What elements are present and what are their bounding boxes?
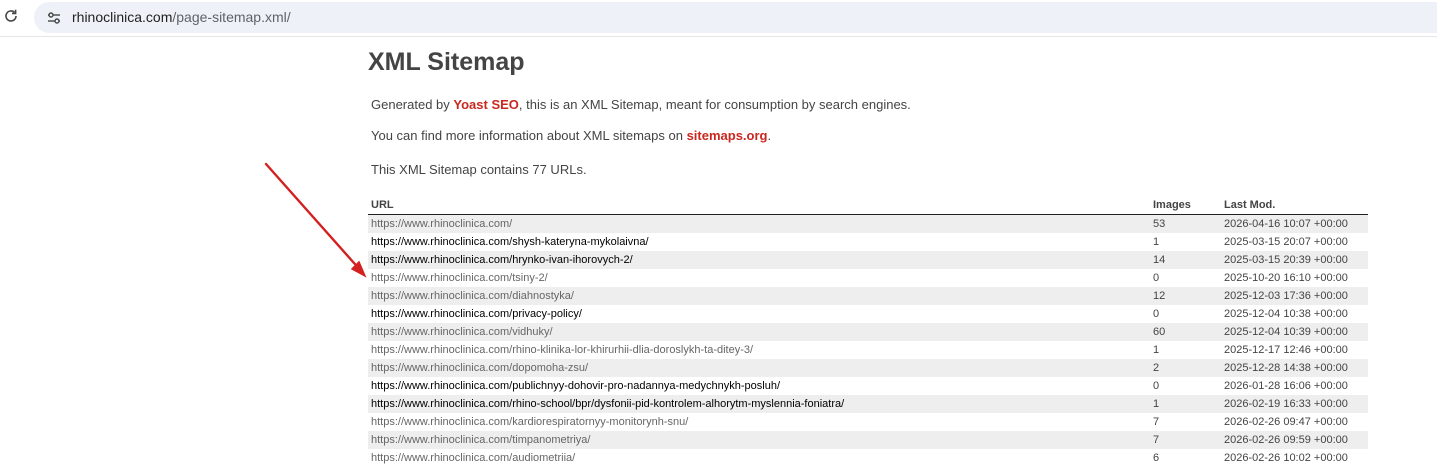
table-row: https://www.rhinoclinica.com/vidhuky/60 2… bbox=[368, 323, 1368, 341]
images-cell: 53 bbox=[1150, 214, 1221, 233]
last-mod-cell: 2025-12-04 10:38 +00:00 bbox=[1224, 308, 1348, 320]
yoast-seo-link[interactable]: Yoast SEO bbox=[453, 97, 519, 112]
url-cell: https://www.rhinoclinica.com/privacy-pol… bbox=[368, 305, 1150, 323]
table-row: https://www.rhinoclinica.com/publichnyy-… bbox=[368, 377, 1368, 395]
table-row: https://www.rhinoclinica.com/53 2026-04-1… bbox=[368, 214, 1368, 233]
reload-icon[interactable] bbox=[2, 7, 20, 25]
table-row: https://www.rhinoclinica.com/hrynko-ivan… bbox=[368, 251, 1368, 269]
url-link[interactable]: https://www.rhinoclinica.com/privacy-pol… bbox=[371, 308, 582, 320]
url-cell: https://www.rhinoclinica.com/diahnostyka… bbox=[368, 287, 1150, 305]
table-row: https://www.rhinoclinica.com/diahnostyka… bbox=[368, 287, 1368, 305]
url-link[interactable]: https://www.rhinoclinica.com/shysh-kater… bbox=[371, 236, 649, 248]
last-mod-cell: 2025-03-15 20:07 +00:00 bbox=[1224, 236, 1348, 248]
last-mod-cell: 2025-12-03 17:36 +00:00 bbox=[1221, 287, 1368, 305]
images-cell: 7 bbox=[1150, 431, 1221, 449]
last-mod-cell: 2025-10-20 16:10 +00:00 bbox=[1224, 272, 1348, 284]
url-text: rhinoclinica.com/page-sitemap.xml/ bbox=[72, 9, 291, 25]
browser-toolbar: rhinoclinica.com/page-sitemap.xml/ bbox=[0, 0, 1437, 37]
url-count-text: This XML Sitemap contains 77 URLs. bbox=[371, 162, 587, 177]
url-path: /page-sitemap.xml/ bbox=[172, 9, 291, 25]
site-info-icon[interactable] bbox=[44, 8, 64, 28]
images-cell: 14 bbox=[1150, 251, 1221, 269]
url-link[interactable]: https://www.rhinoclinica.com/diahnostyka… bbox=[371, 290, 574, 302]
url-link[interactable]: https://www.rhinoclinica.com/timpanometr… bbox=[371, 434, 590, 446]
header-images: Images bbox=[1150, 194, 1221, 215]
url-link[interactable]: https://www.rhinoclinica.com/hrynko-ivan… bbox=[371, 254, 633, 266]
url-cell: https://www.rhinoclinica.com/shysh-kater… bbox=[368, 233, 1150, 251]
intro-generated: Generated by Yoast SEO, this is an XML S… bbox=[371, 97, 911, 112]
table-row: https://www.rhinoclinica.com/kardiorespi… bbox=[368, 413, 1368, 431]
url-cell: https://www.rhinoclinica.com/kardiorespi… bbox=[368, 413, 1150, 431]
last-mod-cell: 2026-01-28 16:06 +00:00 bbox=[1224, 380, 1348, 392]
last-mod-cell: 2025-03-15 20:39 +00:00 bbox=[1221, 251, 1368, 269]
images-cell: 60 bbox=[1150, 323, 1221, 341]
table-row: https://www.rhinoclinica.com/tsiny-2/0 20… bbox=[368, 269, 1368, 287]
last-mod-cell: 2026-04-16 10:07 +00:00 bbox=[1221, 214, 1368, 233]
page-title: XML Sitemap bbox=[368, 48, 525, 76]
last-mod-cell: 2026-02-26 10:02 +00:00 bbox=[1224, 452, 1348, 464]
url-cell: https://www.rhinoclinica.com/audiometrii… bbox=[368, 449, 1150, 467]
intro-more-info: You can find more information about XML … bbox=[371, 128, 771, 143]
table-row: https://www.rhinoclinica.com/privacy-pol… bbox=[368, 305, 1368, 323]
last-mod-cell: 2026-02-26 09:47 +00:00 bbox=[1224, 416, 1348, 428]
images-cell: 0 bbox=[1153, 308, 1160, 320]
address-bar[interactable]: rhinoclinica.com/page-sitemap.xml/ bbox=[34, 2, 1437, 33]
intro-text: . bbox=[767, 128, 772, 143]
url-link[interactable]: https://www.rhinoclinica.com/vidhuky/ bbox=[371, 326, 553, 338]
table-row: https://www.rhinoclinica.com/dopomoha-zs… bbox=[368, 359, 1368, 377]
images-cell: 2 bbox=[1150, 359, 1221, 377]
intro-text: You can find more information about XML … bbox=[371, 128, 687, 143]
last-mod-cell: 2026-02-26 09:59 +00:00 bbox=[1221, 431, 1368, 449]
url-cell: https://www.rhinoclinica.com/hrynko-ivan… bbox=[368, 251, 1150, 269]
images-cell: 6 bbox=[1153, 452, 1160, 464]
images-cell: 12 bbox=[1150, 287, 1221, 305]
url-cell: https://www.rhinoclinica.com/publichnyy-… bbox=[368, 377, 1150, 395]
url-cell: https://www.rhinoclinica.com/dopomoha-zs… bbox=[368, 359, 1150, 377]
images-cell: 1 bbox=[1150, 395, 1221, 413]
url-link[interactable]: https://www.rhinoclinica.com/rhino-schoo… bbox=[371, 398, 844, 410]
table-row: https://www.rhinoclinica.com/rhino-klini… bbox=[368, 341, 1368, 359]
url-link[interactable]: https://www.rhinoclinica.com/kardiorespi… bbox=[371, 416, 688, 428]
last-mod-cell: 2026-02-19 16:33 +00:00 bbox=[1221, 395, 1368, 413]
images-cell: 7 bbox=[1153, 416, 1160, 428]
last-mod-cell: 2025-12-04 10:39 +00:00 bbox=[1221, 323, 1368, 341]
intro-text: , this is an XML Sitemap, meant for cons… bbox=[518, 97, 911, 112]
images-cell: 0 bbox=[1153, 272, 1160, 284]
url-link[interactable]: https://www.rhinoclinica.com/audiometrii… bbox=[371, 452, 575, 464]
images-cell: 1 bbox=[1153, 344, 1160, 356]
url-cell: https://www.rhinoclinica.com/rhino-klini… bbox=[368, 341, 1150, 359]
url-domain: rhinoclinica.com bbox=[72, 9, 173, 25]
header-url: URL bbox=[368, 194, 1150, 215]
table-row: https://www.rhinoclinica.com/shysh-kater… bbox=[368, 233, 1368, 251]
header-last-mod: Last Mod. bbox=[1221, 194, 1368, 215]
table-row: https://www.rhinoclinica.com/rhino-schoo… bbox=[368, 395, 1368, 413]
last-mod-cell: 2025-12-17 12:46 +00:00 bbox=[1224, 344, 1348, 356]
url-link[interactable]: https://www.rhinoclinica.com/rhino-klini… bbox=[371, 344, 753, 356]
table-row: https://www.rhinoclinica.com/audiometrii… bbox=[368, 449, 1368, 467]
last-mod-cell: 2025-12-28 14:38 +00:00 bbox=[1221, 359, 1368, 377]
table-row: https://www.rhinoclinica.com/timpanometr… bbox=[368, 431, 1368, 449]
annotation-arrow-icon bbox=[264, 162, 367, 278]
sitemap-table: URL Images Last Mod. https://www.rhinocl… bbox=[368, 194, 1368, 467]
images-cell: 0 bbox=[1153, 380, 1160, 392]
url-link[interactable]: https://www.rhinoclinica.com/ bbox=[371, 218, 512, 230]
intro-text: Generated by bbox=[371, 97, 454, 112]
url-link[interactable]: https://www.rhinoclinica.com/tsiny-2/ bbox=[371, 272, 548, 284]
url-cell: https://www.rhinoclinica.com/timpanometr… bbox=[368, 431, 1150, 449]
url-cell: https://www.rhinoclinica.com/ bbox=[368, 214, 1150, 233]
table-header-row: URL Images Last Mod. bbox=[368, 194, 1368, 215]
url-link[interactable]: https://www.rhinoclinica.com/publichnyy-… bbox=[371, 380, 780, 392]
url-link[interactable]: https://www.rhinoclinica.com/dopomoha-zs… bbox=[371, 362, 588, 374]
images-cell: 1 bbox=[1153, 236, 1160, 248]
url-cell: https://www.rhinoclinica.com/vidhuky/ bbox=[368, 323, 1150, 341]
url-cell: https://www.rhinoclinica.com/tsiny-2/ bbox=[368, 269, 1150, 287]
url-cell: https://www.rhinoclinica.com/rhino-schoo… bbox=[368, 395, 1150, 413]
sitemaps-org-link[interactable]: sitemaps.org bbox=[687, 128, 768, 143]
